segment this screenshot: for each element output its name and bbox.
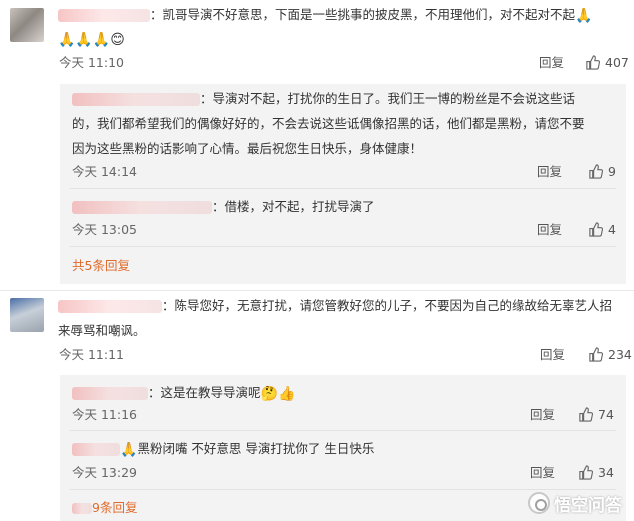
emoji-icons: 🙏🙏🙏😊 [58,31,125,48]
wukong-logo-icon [528,492,550,514]
username-blurred[interactable] [72,93,200,106]
thumbs-up-icon [589,347,604,362]
comment-1-text: ：凯哥导演不好意思，下面是一些挑事的披皮黑，不用理他们，对不起对不起🙏 [58,4,592,27]
comment-time: 今天 11:11 [59,347,124,362]
reply-button[interactable]: 回复 [540,345,565,365]
count-blurred [72,503,92,514]
like-button[interactable]: 9 [588,162,616,182]
reply-2-text: ：借楼，对不起，打扰导演了 [72,196,375,218]
reply-time: 今天 14:14 [72,164,137,179]
comment-1-emojis: 🙏🙏🙏😊 [58,28,125,51]
watermark: 悟空问答 [528,491,622,516]
pray-emoji-icon: 🙏 [575,7,593,24]
reply-1-line-1: ：导演对不起，打扰你的生日了。我们王一博的粉丝是不会说这些话 [72,88,575,110]
reply-3-text: ：这是在教导导演呢🤔👍 [72,382,295,405]
like-button[interactable]: 4 [588,220,616,240]
divider [70,246,616,247]
reply-time: 今天 11:16 [72,407,137,422]
comment-time: 今天 11:10 [59,55,124,70]
username-blurred[interactable] [72,443,120,456]
divider [70,430,616,431]
reply-button[interactable]: 回复 [530,463,555,483]
emoji-icons: 🙏 [120,441,138,458]
thumbs-up-icon [579,407,594,422]
like-button[interactable]: 234 [588,345,632,365]
reply-1-line-2: 的，我们都希望我们的偶像好好的，不会去说这些诋偶像招黑的话，他们都是黑粉，请您不… [72,116,585,131]
watermark-text: 悟空问答 [554,495,622,516]
comment-2-line-2: 来辱骂和嘲讽。 [58,323,146,338]
reply-1-line-3: 因为这些黑粉的话影响了心情。最后祝您生日快乐，身体健康！ [72,141,423,156]
username-blurred[interactable] [58,9,150,22]
username-blurred[interactable] [58,300,162,313]
reply-button[interactable]: 回复 [537,220,562,240]
thumbs-up-icon [589,164,604,179]
divider [70,489,616,490]
username-blurred[interactable] [72,387,148,400]
thumbs-up-icon [579,465,594,480]
reply-time: 今天 13:05 [72,222,137,237]
comment-divider [0,290,634,291]
emoji-icons: 🤔👍 [260,385,296,402]
like-count: 74 [598,407,614,422]
like-count: 234 [608,347,632,362]
reply-button[interactable]: 回复 [539,53,564,73]
like-button[interactable]: 407 [585,53,629,73]
avatar[interactable] [10,298,44,332]
username-blurred[interactable] [72,201,212,214]
divider [70,188,616,189]
like-count: 9 [608,164,616,179]
like-button[interactable]: 34 [578,463,614,483]
reply-4-text: 🙏黑粉闭嘴 不好意思 导演打扰你了 生日快乐 [72,438,374,461]
comment-2-line-1: ：陈导您好，无意打扰，请您管教好您的儿子，不要因为自己的缘故给无辜艺人招 [58,295,612,317]
show-more-replies-link[interactable]: 共5条回复 [72,256,130,276]
thumbs-up-icon [586,55,601,70]
like-count: 407 [605,55,629,70]
avatar[interactable] [10,8,44,42]
thumbs-up-icon [589,222,604,237]
reply-time: 今天 13:29 [72,465,137,480]
show-more-replies-link[interactable]: 9条回复 [72,498,137,518]
reply-button[interactable]: 回复 [530,405,555,425]
like-button[interactable]: 74 [578,405,614,425]
reply-button[interactable]: 回复 [537,162,562,182]
like-count: 34 [598,465,614,480]
like-count: 4 [608,222,616,237]
